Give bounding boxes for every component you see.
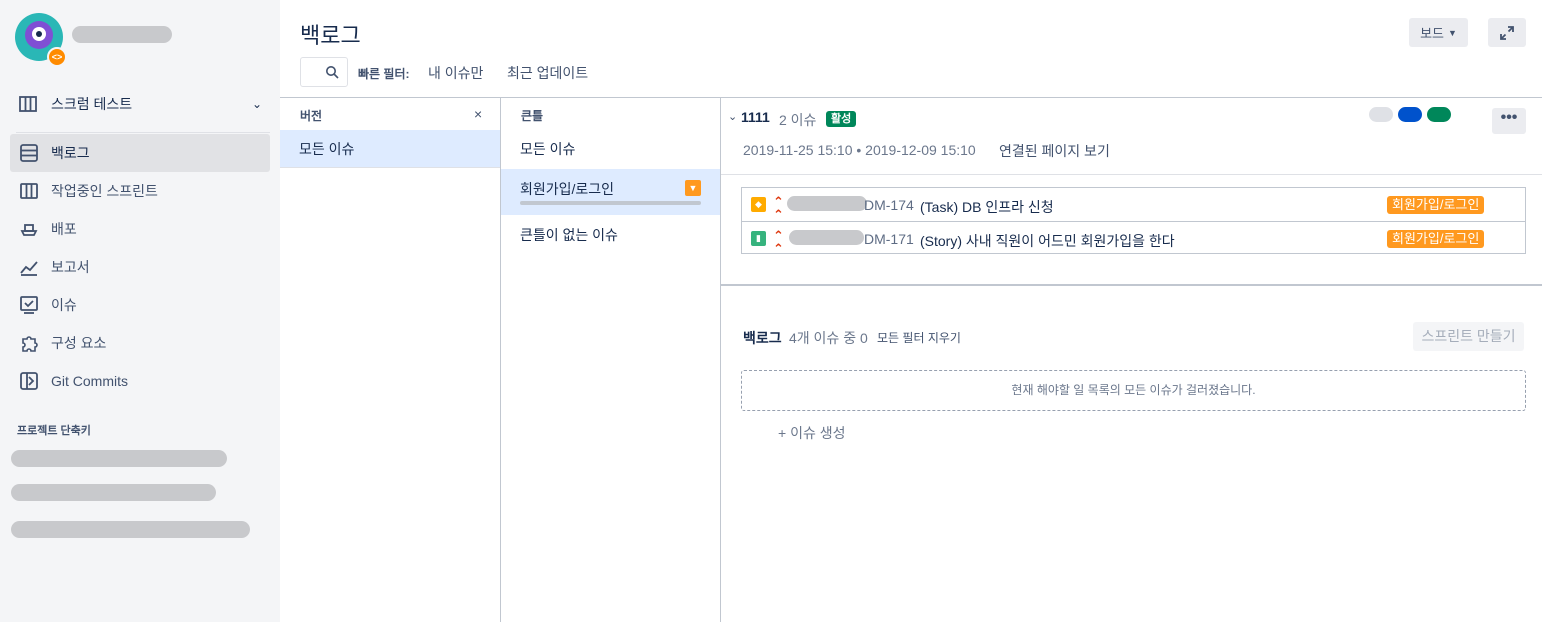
chevron-down-icon[interactable]: ▼: [685, 180, 701, 196]
chevron-down-icon: ⌄: [251, 97, 262, 111]
issue-key[interactable]: DM-174: [864, 197, 914, 213]
shortcuts-heading: 프로젝트 단축키: [17, 425, 91, 437]
epic-item-signup-login[interactable]: 회원가입/로그인 ▼: [501, 169, 720, 215]
sidebar-item-label: 구성 요소: [51, 335, 107, 351]
sidebar-item-label: 보고서: [51, 259, 90, 275]
sidebar-item-reports[interactable]: 보고서: [10, 248, 270, 286]
issue-summary: (Story) 사내 직원이 어드민 회원가입을 한다: [920, 233, 1175, 249]
status-done-pill: [1427, 107, 1451, 122]
sidebar-item-backlog[interactable]: 백로그: [10, 134, 270, 172]
sidebar-item-label: 백로그: [51, 145, 90, 161]
code-badge-icon: <>: [47, 47, 67, 67]
caret-down-icon: ▼: [1448, 27, 1457, 38]
epics-heading: 큰틀: [521, 109, 544, 123]
issues-icon: [18, 294, 40, 316]
divider: [280, 97, 1542, 98]
sidebar-item-git-commits[interactable]: Git Commits: [10, 362, 270, 400]
sprint-issue-count: 2 이슈: [779, 112, 817, 128]
sidebar-item-label: 배포: [51, 221, 77, 237]
divider: [721, 284, 1542, 286]
search-input[interactable]: [300, 57, 348, 87]
status-badge: 활성: [826, 111, 857, 127]
versions-heading: 버전: [300, 109, 323, 123]
table-row[interactable]: ◆ ⌃ ⌃ DM-174 (Task) DB 인프라 신청 회원가입/로그인: [742, 188, 1525, 221]
board-dropdown-button[interactable]: 보드 ▼: [1409, 18, 1468, 47]
redacted-shortcut[interactable]: [11, 450, 227, 467]
search-icon: [326, 66, 339, 79]
redacted-shortcut[interactable]: [11, 484, 216, 501]
issue-key[interactable]: DM-171: [864, 231, 914, 247]
divider: [16, 132, 270, 133]
epic-item-none[interactable]: 큰틀이 없는 이슈: [501, 216, 720, 254]
redacted-shortcut[interactable]: [11, 521, 250, 538]
backlog-count: 4개 이슈 중 0: [789, 330, 868, 346]
sidebar-item-components[interactable]: 구성 요소: [10, 324, 270, 362]
fullscreen-button[interactable]: [1488, 18, 1526, 47]
redacted-project-key: [72, 26, 172, 43]
epic-progress-bar: [520, 201, 701, 205]
project-name: 스크럼 테스트: [51, 96, 133, 112]
divider: [720, 97, 721, 622]
sidebar-item-issues[interactable]: 이슈: [10, 286, 270, 324]
task-icon: ◆: [751, 197, 766, 212]
board-icon: [18, 94, 40, 114]
create-issue-button[interactable]: + 이슈 생성: [778, 423, 845, 443]
epic-tag: 회원가입/로그인: [1387, 230, 1485, 248]
redacted-key-prefix: [787, 196, 867, 211]
epic-tag: 회원가입/로그인: [1387, 196, 1485, 214]
epic-item-all[interactable]: 모든 이슈: [501, 130, 720, 168]
backlog-empty-message: 현재 해야할 일 목록의 모든 이슈가 걸러졌습니다.: [741, 370, 1526, 411]
puzzle-icon: [18, 332, 40, 354]
quick-filter-my-issues[interactable]: 내 이슈만: [428, 63, 483, 83]
divider: [721, 174, 1542, 175]
epic-label: 회원가입/로그인: [520, 181, 615, 197]
quick-filter-recent-updates[interactable]: 최근 업데이트: [507, 63, 588, 83]
chart-icon: [18, 256, 40, 278]
status-todo-pill: [1369, 107, 1393, 122]
table-row[interactable]: ▮ ⌃ ⌃ DM-171 (Story) 사내 직원이 어드민 회원가입을 한다 …: [742, 221, 1525, 256]
chevron-down-icon[interactable]: ⌄: [728, 110, 737, 123]
board-button-label: 보드: [1420, 26, 1444, 41]
sidebar-item-label: 이슈: [51, 297, 77, 313]
ship-icon: [18, 218, 40, 240]
sidebar-item-active-sprint[interactable]: 작업중인 스프린트: [10, 172, 270, 210]
sidebar: <> 스크럼 테스트 ⌄ 백로그 작업중인 스프린트 배포 보고서 이슈 구성 …: [0, 0, 280, 622]
create-sprint-button[interactable]: 스프린트 만들기: [1413, 322, 1524, 351]
priority-highest-icon: ⌃ ⌃: [773, 228, 784, 256]
quick-filters-label: 빠른 필터:: [358, 67, 410, 81]
backlog-title: 백로그: [743, 330, 782, 346]
board-icon: [18, 180, 40, 202]
sprint-name: 1111: [741, 109, 770, 125]
clear-filters-link[interactable]: 모든 필터 지우기: [877, 329, 961, 346]
sidebar-item-releases[interactable]: 배포: [10, 210, 270, 248]
redacted-key-prefix: [789, 230, 864, 245]
sidebar-item-label: 작업중인 스프린트: [51, 183, 158, 199]
story-icon: ▮: [751, 231, 766, 246]
page-title: 백로그: [300, 23, 361, 48]
backlog-icon: [18, 142, 40, 164]
linked-pages-link[interactable]: 연결된 페이지 보기: [999, 141, 1110, 161]
sprint-issue-list: ◆ ⌃ ⌃ DM-174 (Task) DB 인프라 신청 회원가입/로그인 ▮ …: [741, 187, 1526, 256]
git-icon: [18, 370, 40, 392]
status-inprogress-pill: [1398, 107, 1422, 122]
issue-summary: (Task) DB 인프라 신청: [920, 199, 1054, 215]
close-icon[interactable]: ×: [474, 106, 482, 122]
expand-icon: [1500, 25, 1514, 40]
project-switcher[interactable]: 스크럼 테스트 ⌄: [10, 85, 270, 123]
version-item-all[interactable]: 모든 이슈: [280, 130, 500, 168]
sidebar-item-label: Git Commits: [51, 373, 128, 389]
divider: [280, 167, 500, 168]
priority-highest-icon: ⌃ ⌃: [773, 194, 784, 222]
sprint-dates: 2019-11-25 15:10 • 2019-12-09 15:10: [743, 142, 976, 158]
more-actions-button[interactable]: •••: [1492, 108, 1526, 134]
